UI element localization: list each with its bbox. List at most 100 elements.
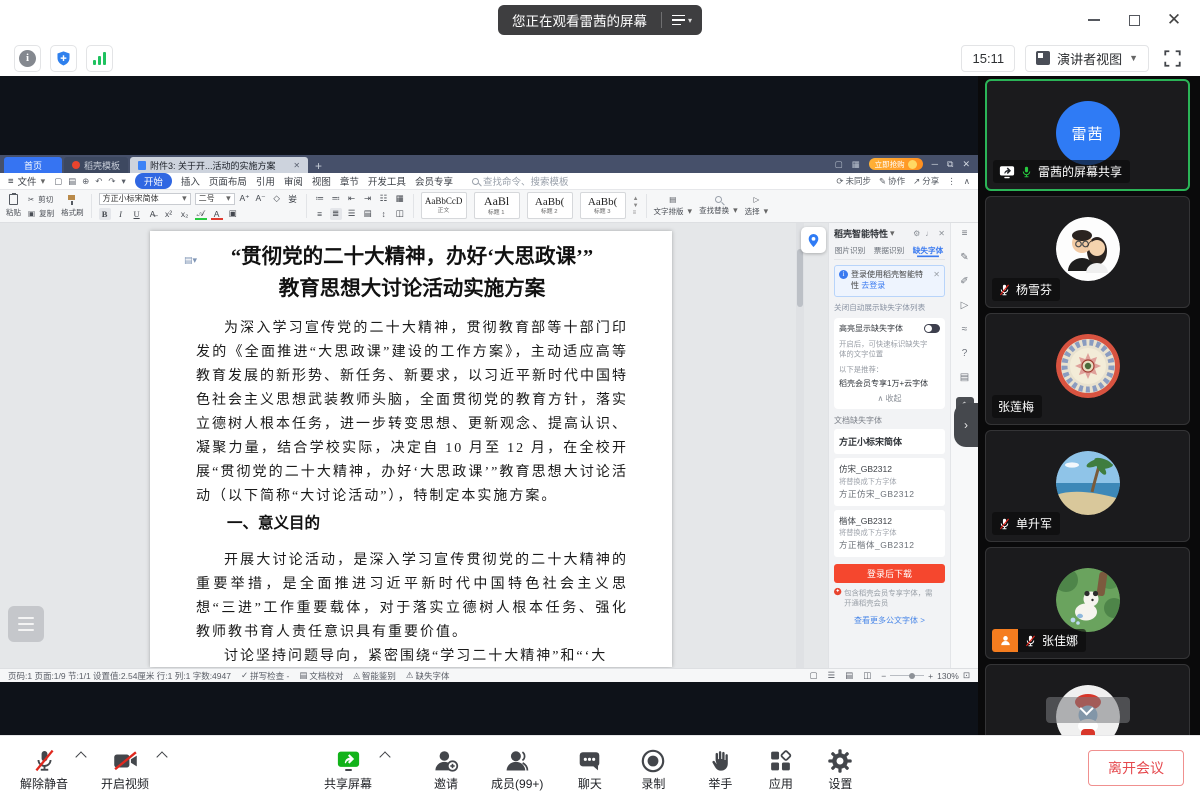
- apps-button[interactable]: 应用: [768, 747, 793, 790]
- new-tab-button[interactable]: +: [315, 159, 322, 173]
- font-color-button[interactable]: A: [211, 208, 223, 220]
- view-split-icon[interactable]: ◫: [863, 670, 871, 681]
- video-options-chevron[interactable]: [156, 751, 167, 762]
- chat-button[interactable]: 聊天: [577, 747, 602, 790]
- strikethrough-button[interactable]: A̶: [147, 208, 159, 220]
- increase-indent-button[interactable]: ⇥: [362, 193, 374, 205]
- bullet-list-button[interactable]: ≔: [314, 193, 326, 205]
- more-fonts-link[interactable]: 查看更多公文字体 >: [834, 615, 945, 626]
- menu-tab-view[interactable]: 视图: [312, 174, 331, 188]
- style-heading3[interactable]: AaBb( 标题 3: [580, 192, 626, 219]
- bold-button[interactable]: B: [99, 208, 111, 220]
- align-right-button[interactable]: ☰: [346, 208, 358, 220]
- unmute-options-chevron[interactable]: [75, 751, 86, 762]
- edit-icon[interactable]: ✎: [960, 253, 968, 263]
- wps-tab-home[interactable]: 首页: [4, 157, 62, 173]
- print-icon[interactable]: ⊕: [82, 176, 89, 187]
- char-border-button[interactable]: ▣: [227, 208, 239, 220]
- collapse-ribbon-icon[interactable]: ∧: [964, 176, 970, 187]
- sync-status[interactable]: ⟳ 未同步: [836, 175, 871, 187]
- decrease-indent-button[interactable]: ⇤: [346, 193, 358, 205]
- number-list-button[interactable]: ≕: [330, 193, 342, 205]
- maximize-button[interactable]: [1116, 5, 1152, 35]
- chevron-down-icon[interactable]: ▾: [122, 176, 126, 187]
- fullscreen-button[interactable]: [1159, 45, 1186, 72]
- ai-check-toggle[interactable]: ◬ 智能鉴别: [353, 670, 396, 682]
- style-heading1[interactable]: AaBl 标题 1: [474, 192, 520, 219]
- menu-tab-page-layout[interactable]: 页面布局: [209, 174, 247, 188]
- menu-tab-home[interactable]: 开始: [135, 173, 172, 189]
- view-page-icon[interactable]: ▢: [809, 670, 817, 681]
- minimize-button[interactable]: [1076, 5, 1112, 35]
- share-options-chevron[interactable]: [379, 751, 390, 762]
- panel-expander-button[interactable]: ›: [954, 403, 978, 447]
- participant-tile[interactable]: 单升军: [985, 430, 1190, 542]
- pen-icon[interactable]: ✐: [960, 277, 968, 287]
- panel-close-icon[interactable]: ✕: [938, 229, 945, 238]
- participant-tile[interactable]: 张佳娜: [985, 547, 1190, 659]
- participant-tile[interactable]: 张莲梅: [985, 313, 1190, 425]
- italic-button[interactable]: I: [115, 208, 127, 220]
- collapse-link[interactable]: ∧ 收起: [839, 393, 940, 404]
- undo-icon[interactable]: ↶: [95, 176, 102, 187]
- participant-tile-screenshare[interactable]: 雷茜 雷茜的屏幕共享: [985, 79, 1190, 191]
- raise-hand-button[interactable]: 举手: [708, 747, 732, 790]
- decrease-font-button[interactable]: A⁻: [255, 193, 267, 205]
- wps-tab-docer[interactable]: 稻壳模板: [64, 157, 128, 173]
- menu-tab-insert[interactable]: 插入: [181, 174, 200, 188]
- quick-access-toolbar[interactable]: ▢ ▤ ⊕ ↶ ↷ ▾: [54, 176, 126, 187]
- zoom-in-icon[interactable]: +: [928, 671, 933, 681]
- new-icon[interactable]: ▢: [54, 176, 62, 187]
- participant-tile[interactable]: 杨雪芬: [985, 196, 1190, 308]
- panel-bell-icon[interactable]: ♩: [925, 229, 933, 238]
- text-tool-button[interactable]: ▤ 文字排版▾: [654, 192, 693, 220]
- shading-button[interactable]: ◫: [394, 208, 406, 220]
- security-button[interactable]: [50, 45, 77, 72]
- leave-meeting-button[interactable]: 离开会议: [1088, 750, 1184, 786]
- highlight-toggle[interactable]: [924, 324, 940, 333]
- invite-button[interactable]: 邀请: [433, 747, 459, 790]
- highlight-color-button[interactable]: 𝒜: [195, 208, 207, 220]
- paragraph-mark-button[interactable]: ☷: [378, 193, 390, 205]
- close-button[interactable]: ✕: [1156, 5, 1192, 35]
- spellcheck-toggle[interactable]: ✓ 拼写检查 -: [241, 670, 289, 682]
- select-button[interactable]: ▷ 选择▾: [745, 192, 769, 220]
- file-menu[interactable]: ≡ 文件 ▾: [8, 174, 45, 188]
- document-page[interactable]: ▤▾ “贯彻党的二十大精神，办好‘大思政课’” 教育思想大讨论活动实施方案 为深…: [150, 231, 672, 667]
- zoom-slider[interactable]: [890, 675, 924, 677]
- view-outline-icon[interactable]: ☰: [828, 670, 836, 681]
- wave-icon[interactable]: ≈: [962, 325, 968, 335]
- menu-tab-references[interactable]: 引用: [256, 174, 275, 188]
- bookmark-icon[interactable]: ▤▾: [184, 255, 197, 266]
- promo-button[interactable]: 立即抢购: [869, 158, 923, 170]
- superscript-button[interactable]: x²: [163, 208, 175, 220]
- view-mode-dropdown[interactable]: 演讲者视图 ▼: [1025, 45, 1149, 72]
- scroll-more-overlay[interactable]: [1046, 697, 1130, 723]
- underline-button[interactable]: U: [131, 208, 143, 220]
- zoom-control[interactable]: − + 130% ⊡: [881, 670, 970, 681]
- start-video-button[interactable]: 开启视频: [101, 747, 149, 790]
- wps-minimize-button[interactable]: ─: [932, 159, 938, 169]
- increase-font-button[interactable]: A⁺: [239, 193, 251, 205]
- align-center-button[interactable]: ≣: [330, 208, 342, 220]
- proofing-toggle[interactable]: ▤ 文档校对: [299, 670, 343, 682]
- more-menu-icon[interactable]: ⋮: [947, 176, 956, 187]
- zoom-out-icon[interactable]: −: [881, 671, 886, 681]
- help-icon[interactable]: ?: [962, 349, 968, 359]
- style-heading2[interactable]: AaBb( 标题 2: [527, 192, 573, 219]
- panel-tab-image[interactable]: 图片识别: [835, 245, 865, 255]
- meeting-list-toggle-button[interactable]: [8, 606, 44, 642]
- redo-icon[interactable]: ↷: [108, 176, 115, 187]
- tab-close-icon[interactable]: ✕: [293, 161, 300, 170]
- font-name-select[interactable]: 方正小标宋简体▾: [99, 193, 191, 205]
- style-normal[interactable]: AaBbCcD 正文: [421, 192, 467, 219]
- missing-font-indicator[interactable]: ⚠ 缺失字体: [406, 670, 450, 682]
- missing-font-primary[interactable]: 方正小标宋简体: [834, 429, 945, 454]
- scrollbar-thumb[interactable]: [797, 249, 803, 307]
- command-search[interactable]: 查找命令、搜索模板: [472, 174, 569, 188]
- menu-tab-dev-tools[interactable]: 开发工具: [368, 174, 406, 188]
- members-button[interactable]: 成员(99+): [491, 747, 543, 790]
- go-login-link[interactable]: 去登录: [861, 281, 885, 290]
- auto-show-link[interactable]: 关闭自动展示缺失字体列表: [834, 302, 939, 312]
- copy-button[interactable]: ▣ 复制: [28, 208, 54, 219]
